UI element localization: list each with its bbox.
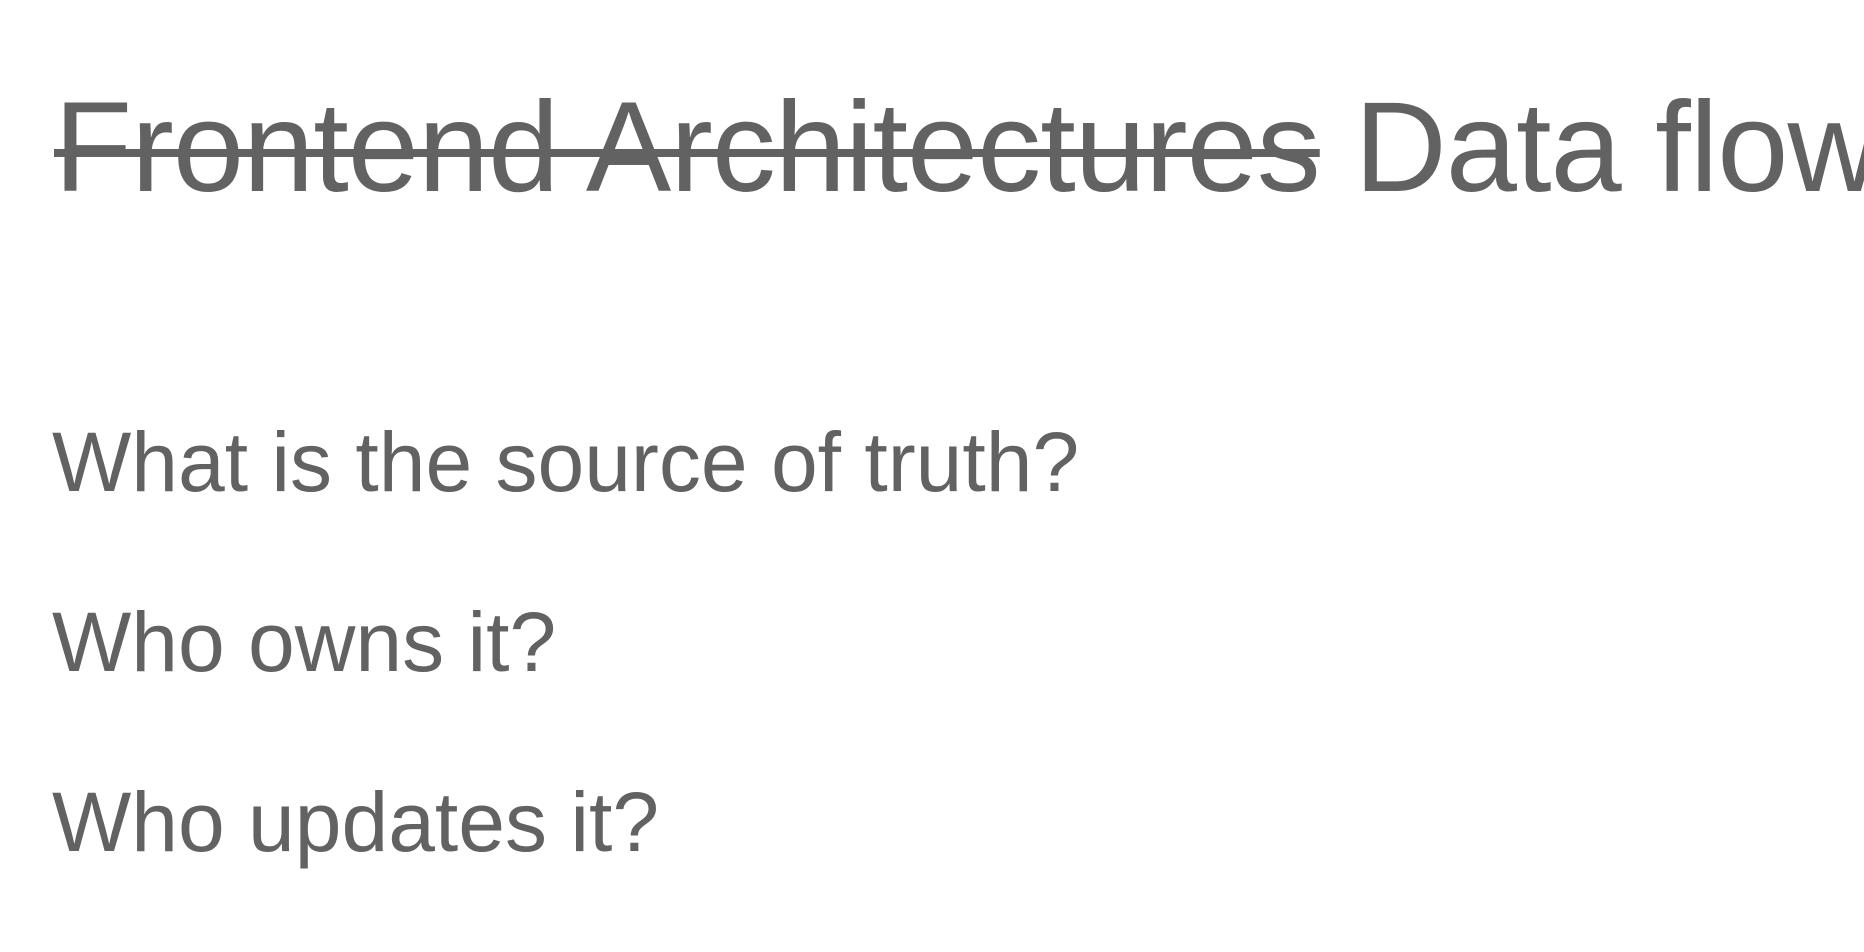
- question-who-owns: Who owns it?: [52, 595, 557, 689]
- question-list: What is the source of truth? Who owns it…: [52, 420, 1079, 952]
- question-source-of-truth: What is the source of truth?: [52, 415, 1080, 509]
- struck-title-text: Frontend Architectures: [54, 76, 1321, 219]
- question-who-updates: Who updates it?: [52, 775, 660, 869]
- replacement-title-text: Data flow: [1354, 76, 1864, 219]
- slide-title: Frontend Architectures Data flow: [54, 76, 1864, 219]
- slide: Frontend Architectures Data flow What is…: [0, 0, 1864, 952]
